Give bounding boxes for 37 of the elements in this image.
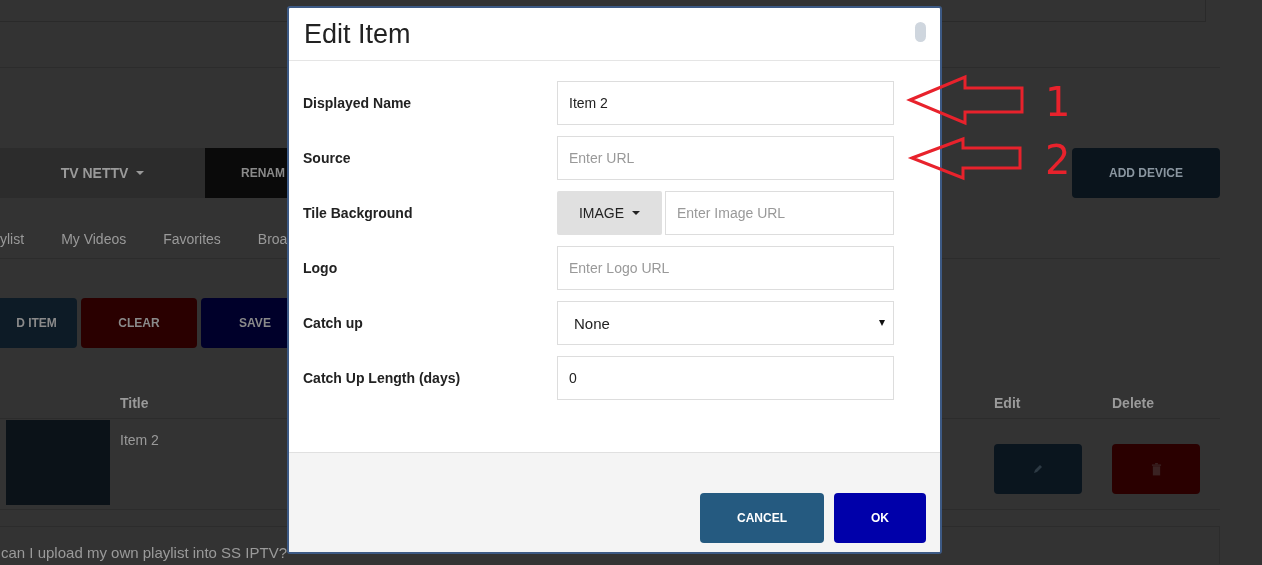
input-field[interactable]: 0 xyxy=(557,356,894,400)
select-field[interactable]: None xyxy=(557,301,894,345)
annotation-number: 1 xyxy=(1045,82,1071,122)
caret-icon xyxy=(136,171,145,175)
field-label: Displayed Name xyxy=(303,95,413,111)
caret-icon xyxy=(632,211,641,215)
dropdown-arrow-icon xyxy=(879,320,885,326)
ok-button[interactable]: OK xyxy=(834,493,926,543)
device-dropdown[interactable]: TV NETTV xyxy=(0,148,205,198)
column-header: Title xyxy=(120,395,150,411)
faq-question: can I upload my own playlist into SS IPTV? xyxy=(1,544,287,561)
add-device-button[interactable]: ADD DEVICE xyxy=(1072,148,1220,198)
image-dropdown-button[interactable]: IMAGE xyxy=(557,191,662,235)
column-header: Edit xyxy=(994,395,1022,411)
field-label: Tile Background xyxy=(303,205,414,221)
field-label: Logo xyxy=(303,260,339,276)
tab[interactable]: Favorites xyxy=(163,231,221,247)
tab[interactable]: ylist xyxy=(0,231,25,247)
field-label: Catch Up Length (days) xyxy=(303,370,462,386)
column-header: Delete xyxy=(1112,395,1156,411)
input-field[interactable]: Enter Logo URL xyxy=(557,246,894,290)
tab[interactable]: My Videos xyxy=(61,231,127,247)
action-button[interactable]: D ITEM xyxy=(0,298,77,348)
dialog-title: Edit Item xyxy=(304,18,411,50)
trash-icon xyxy=(1150,462,1162,476)
pencil-icon xyxy=(1032,463,1044,475)
tab[interactable]: Broa xyxy=(257,231,288,247)
input-field[interactable]: Item 2 xyxy=(557,81,894,125)
cancel-button[interactable]: CANCEL xyxy=(700,493,824,543)
delete-button[interactable] xyxy=(1112,444,1200,494)
input-field[interactable]: Enter Image URL xyxy=(665,191,894,235)
edit-button[interactable] xyxy=(994,444,1082,494)
close-icon[interactable] xyxy=(915,22,926,42)
action-button[interactable]: CLEAR xyxy=(81,298,197,348)
annotation-number: 2 xyxy=(1045,140,1071,180)
table-cell-text: Item 2 xyxy=(120,431,160,450)
input-field[interactable]: Enter URL xyxy=(557,136,894,180)
